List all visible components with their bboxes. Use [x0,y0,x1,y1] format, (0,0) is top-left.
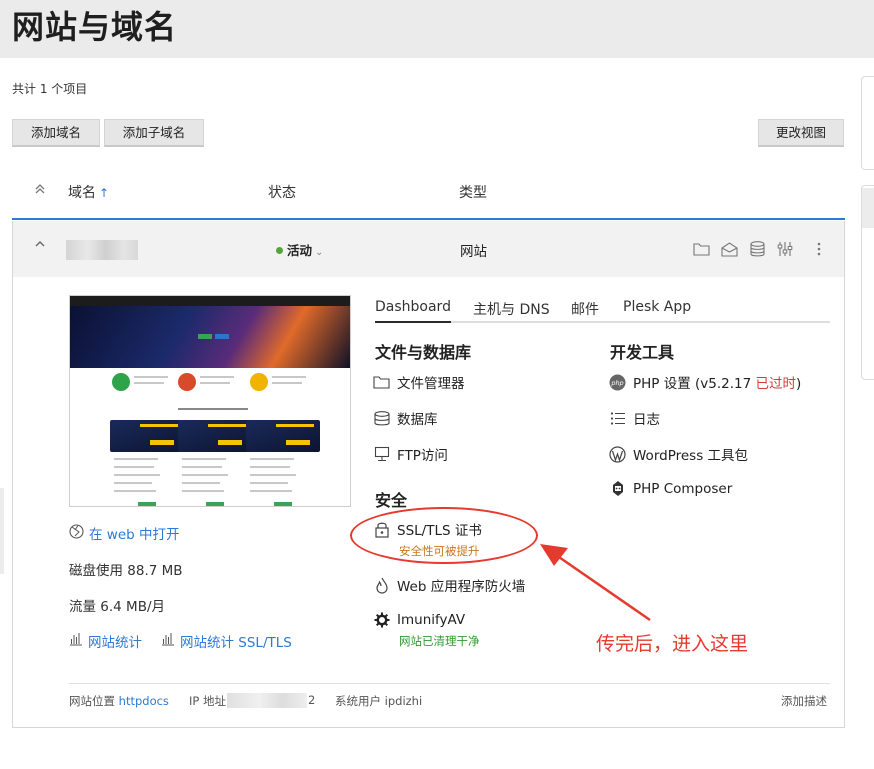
database-icon [373,410,390,427]
settings-sliders-icon[interactable] [771,238,799,260]
annotation-ellipse [350,507,538,564]
dev-tools-section-title: 开发工具 [610,343,675,362]
tab-dashboard[interactable]: Dashboard [375,299,451,323]
list-icon [609,410,626,427]
site-stats-link[interactable]: 网站统计 [69,631,142,651]
left-edge-tab [0,488,4,574]
column-type-header: 类型 [459,185,487,201]
status-dropdown[interactable]: 活动 ⌄ [276,240,323,259]
site-type: 网站 [460,244,487,260]
wordpress-icon [609,445,626,463]
footer-divider [69,683,830,684]
tab-plesk-app[interactable]: Plesk App [623,299,691,323]
disk-usage: 磁盘使用 88.7 MB [69,563,183,579]
annotation-arrow [540,544,651,622]
mail-icon[interactable] [715,238,743,260]
active-dot-icon [276,247,283,254]
chevron-down-icon: ⌄ [315,247,324,258]
column-status-header: 状态 [268,185,296,201]
site-preview-thumbnail[interactable] [69,295,351,507]
ftp-monitor-icon [373,446,390,463]
file-manager-link[interactable]: 文件管理器 [373,372,465,392]
gear-icon [373,611,390,628]
side-panel-top [861,76,874,170]
ip-address-blurred [227,693,307,708]
php-composer-link[interactable]: PHP Composer [609,480,732,497]
svg-text:php: php [610,379,623,387]
folder-icon [373,374,390,391]
domain-name-blurred[interactable] [66,240,138,260]
globe-icon [69,523,84,543]
wordpress-toolkit-link[interactable]: WordPress 工具包 [609,444,748,464]
change-view-button[interactable]: 更改视图 [758,119,844,147]
security-section-title: 安全 [375,491,408,510]
imunifyav-link[interactable]: ImunifyAV [373,611,465,628]
side-panel-bottom [861,185,874,380]
add-description-link[interactable]: 添加描述 [781,693,827,709]
traffic-usage: 流量 6.4 MB/月 [69,599,166,615]
php-settings-link[interactable]: php PHP 设置 (v5.2.17 已过时) [609,372,801,392]
collapse-caret-icon[interactable] [34,238,46,254]
site-location: 网站位置 httpdocs [69,694,169,708]
add-domain-button[interactable]: 添加域名 [12,119,100,147]
row-actions [687,238,839,260]
site-stats-ssl-link[interactable]: 网站统计 SSL/TLS [161,631,292,651]
database-icon[interactable] [743,238,771,260]
page-title: 网站与域名 [12,8,178,46]
bar-chart-icon [69,632,83,650]
imunify-status: 网站已清理干净 [399,634,480,648]
system-user: 系统用户 ipdizhi [335,694,423,708]
folder-icon[interactable] [687,238,715,260]
waf-link[interactable]: Web 应用程序防火墙 [373,575,525,595]
logs-link[interactable]: 日志 [609,408,660,428]
ip-address-tail: 2 [308,693,316,707]
table-header: 域名 ↑ 状态 类型 [12,170,845,220]
composer-icon [609,480,626,497]
column-name-header[interactable]: 域名 ↑ [68,182,109,202]
databases-link[interactable]: 数据库 [373,408,438,428]
more-options-icon[interactable] [799,238,839,260]
bar-chart-icon [161,632,175,650]
flame-icon [373,577,390,594]
tab-mail[interactable]: 邮件 [571,299,599,323]
php-outdated-label: 已过时 [755,376,797,392]
ftp-access-link[interactable]: FTP访问 [373,444,448,464]
annotation-text: 传完后，进入这里 [596,633,749,655]
tab-bar: Dashboard 主机与 DNS 邮件 Plesk App [375,299,830,323]
sort-arrow-icon: ↑ [99,186,110,200]
httpdocs-link[interactable]: httpdocs [119,694,169,708]
domain-row[interactable]: 活动 ⌄ 网站 [13,221,844,277]
ip-address-label: IP 地址 [189,694,226,708]
open-in-web-link[interactable]: 在 web 中打开 [69,523,180,543]
expand-all-icon[interactable] [34,183,46,198]
tab-hosting-dns[interactable]: 主机与 DNS [473,299,550,323]
files-section-title: 文件与数据库 [375,343,472,362]
item-count: 共计 1 个项目 [12,82,88,96]
add-subdomain-button[interactable]: 添加子域名 [104,119,204,147]
php-icon: php [609,374,626,391]
